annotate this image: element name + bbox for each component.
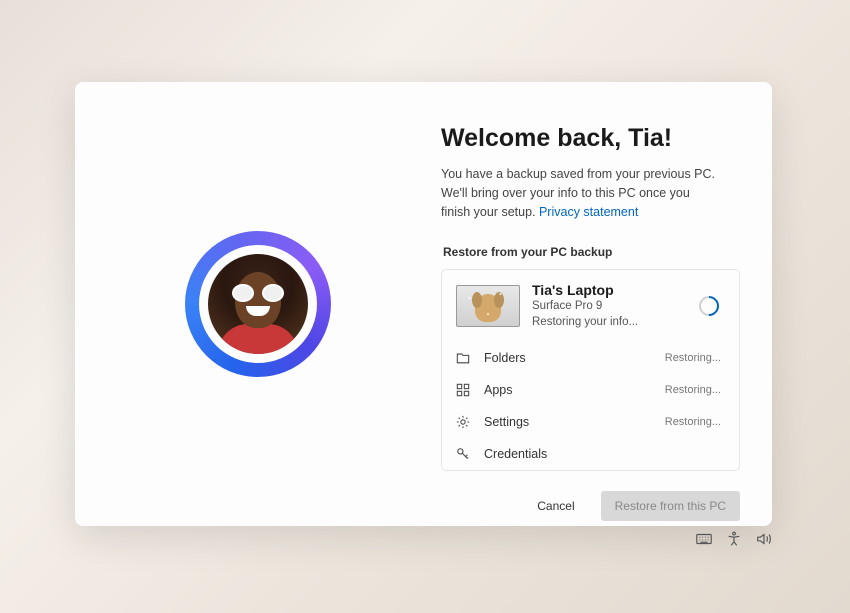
oobe-restore-dialog: Welcome back, Tia! You have a backup sav…	[75, 82, 772, 526]
folder-icon	[456, 351, 470, 365]
page-title: Welcome back, Tia!	[441, 124, 740, 153]
restore-item-credentials: Credentials	[442, 438, 739, 470]
user-avatar	[208, 254, 308, 354]
restore-item-label: Settings	[484, 415, 651, 429]
avatar-panel	[75, 82, 441, 526]
taskbar-tray	[695, 530, 773, 553]
content-panel: Welcome back, Tia! You have a backup sav…	[441, 82, 772, 526]
restore-item-settings: Settings Restoring...	[442, 406, 739, 438]
backup-device-model: Surface Pro 9	[532, 298, 687, 314]
keyboard-icon[interactable]	[695, 530, 713, 553]
backup-thumbnail	[456, 285, 520, 327]
page-description: You have a backup saved from your previo…	[441, 165, 740, 221]
privacy-statement-link[interactable]: Privacy statement	[539, 205, 638, 219]
cancel-button[interactable]: Cancel	[523, 491, 588, 521]
backup-status: Restoring your info...	[532, 314, 687, 330]
avatar-ring	[185, 231, 331, 377]
volume-icon[interactable]	[755, 530, 773, 553]
restore-item-status: Restoring...	[665, 416, 721, 428]
key-icon	[456, 447, 470, 461]
restore-item-label: Credentials	[484, 447, 707, 461]
loading-spinner-icon	[695, 292, 723, 320]
restore-item-label: Folders	[484, 351, 651, 365]
apps-icon	[456, 383, 470, 397]
backup-card: Tia's Laptop Surface Pro 9 Restoring you…	[441, 269, 740, 471]
restore-item-folders: Folders Restoring...	[442, 342, 739, 374]
restore-item-status: Restoring...	[665, 384, 721, 396]
dialog-buttons: Cancel Restore from this PC	[441, 471, 740, 521]
restore-section-label: Restore from your PC backup	[441, 245, 740, 259]
restore-item-label: Apps	[484, 383, 651, 397]
backup-header: Tia's Laptop Surface Pro 9 Restoring you…	[442, 270, 739, 342]
backup-device-name: Tia's Laptop	[532, 282, 687, 298]
accessibility-icon[interactable]	[725, 530, 743, 553]
backup-info: Tia's Laptop Surface Pro 9 Restoring you…	[532, 282, 687, 330]
restore-item-status: Restoring...	[665, 352, 721, 364]
restore-item-apps: Apps Restoring...	[442, 374, 739, 406]
gear-icon	[456, 415, 470, 429]
restore-button[interactable]: Restore from this PC	[601, 491, 740, 521]
